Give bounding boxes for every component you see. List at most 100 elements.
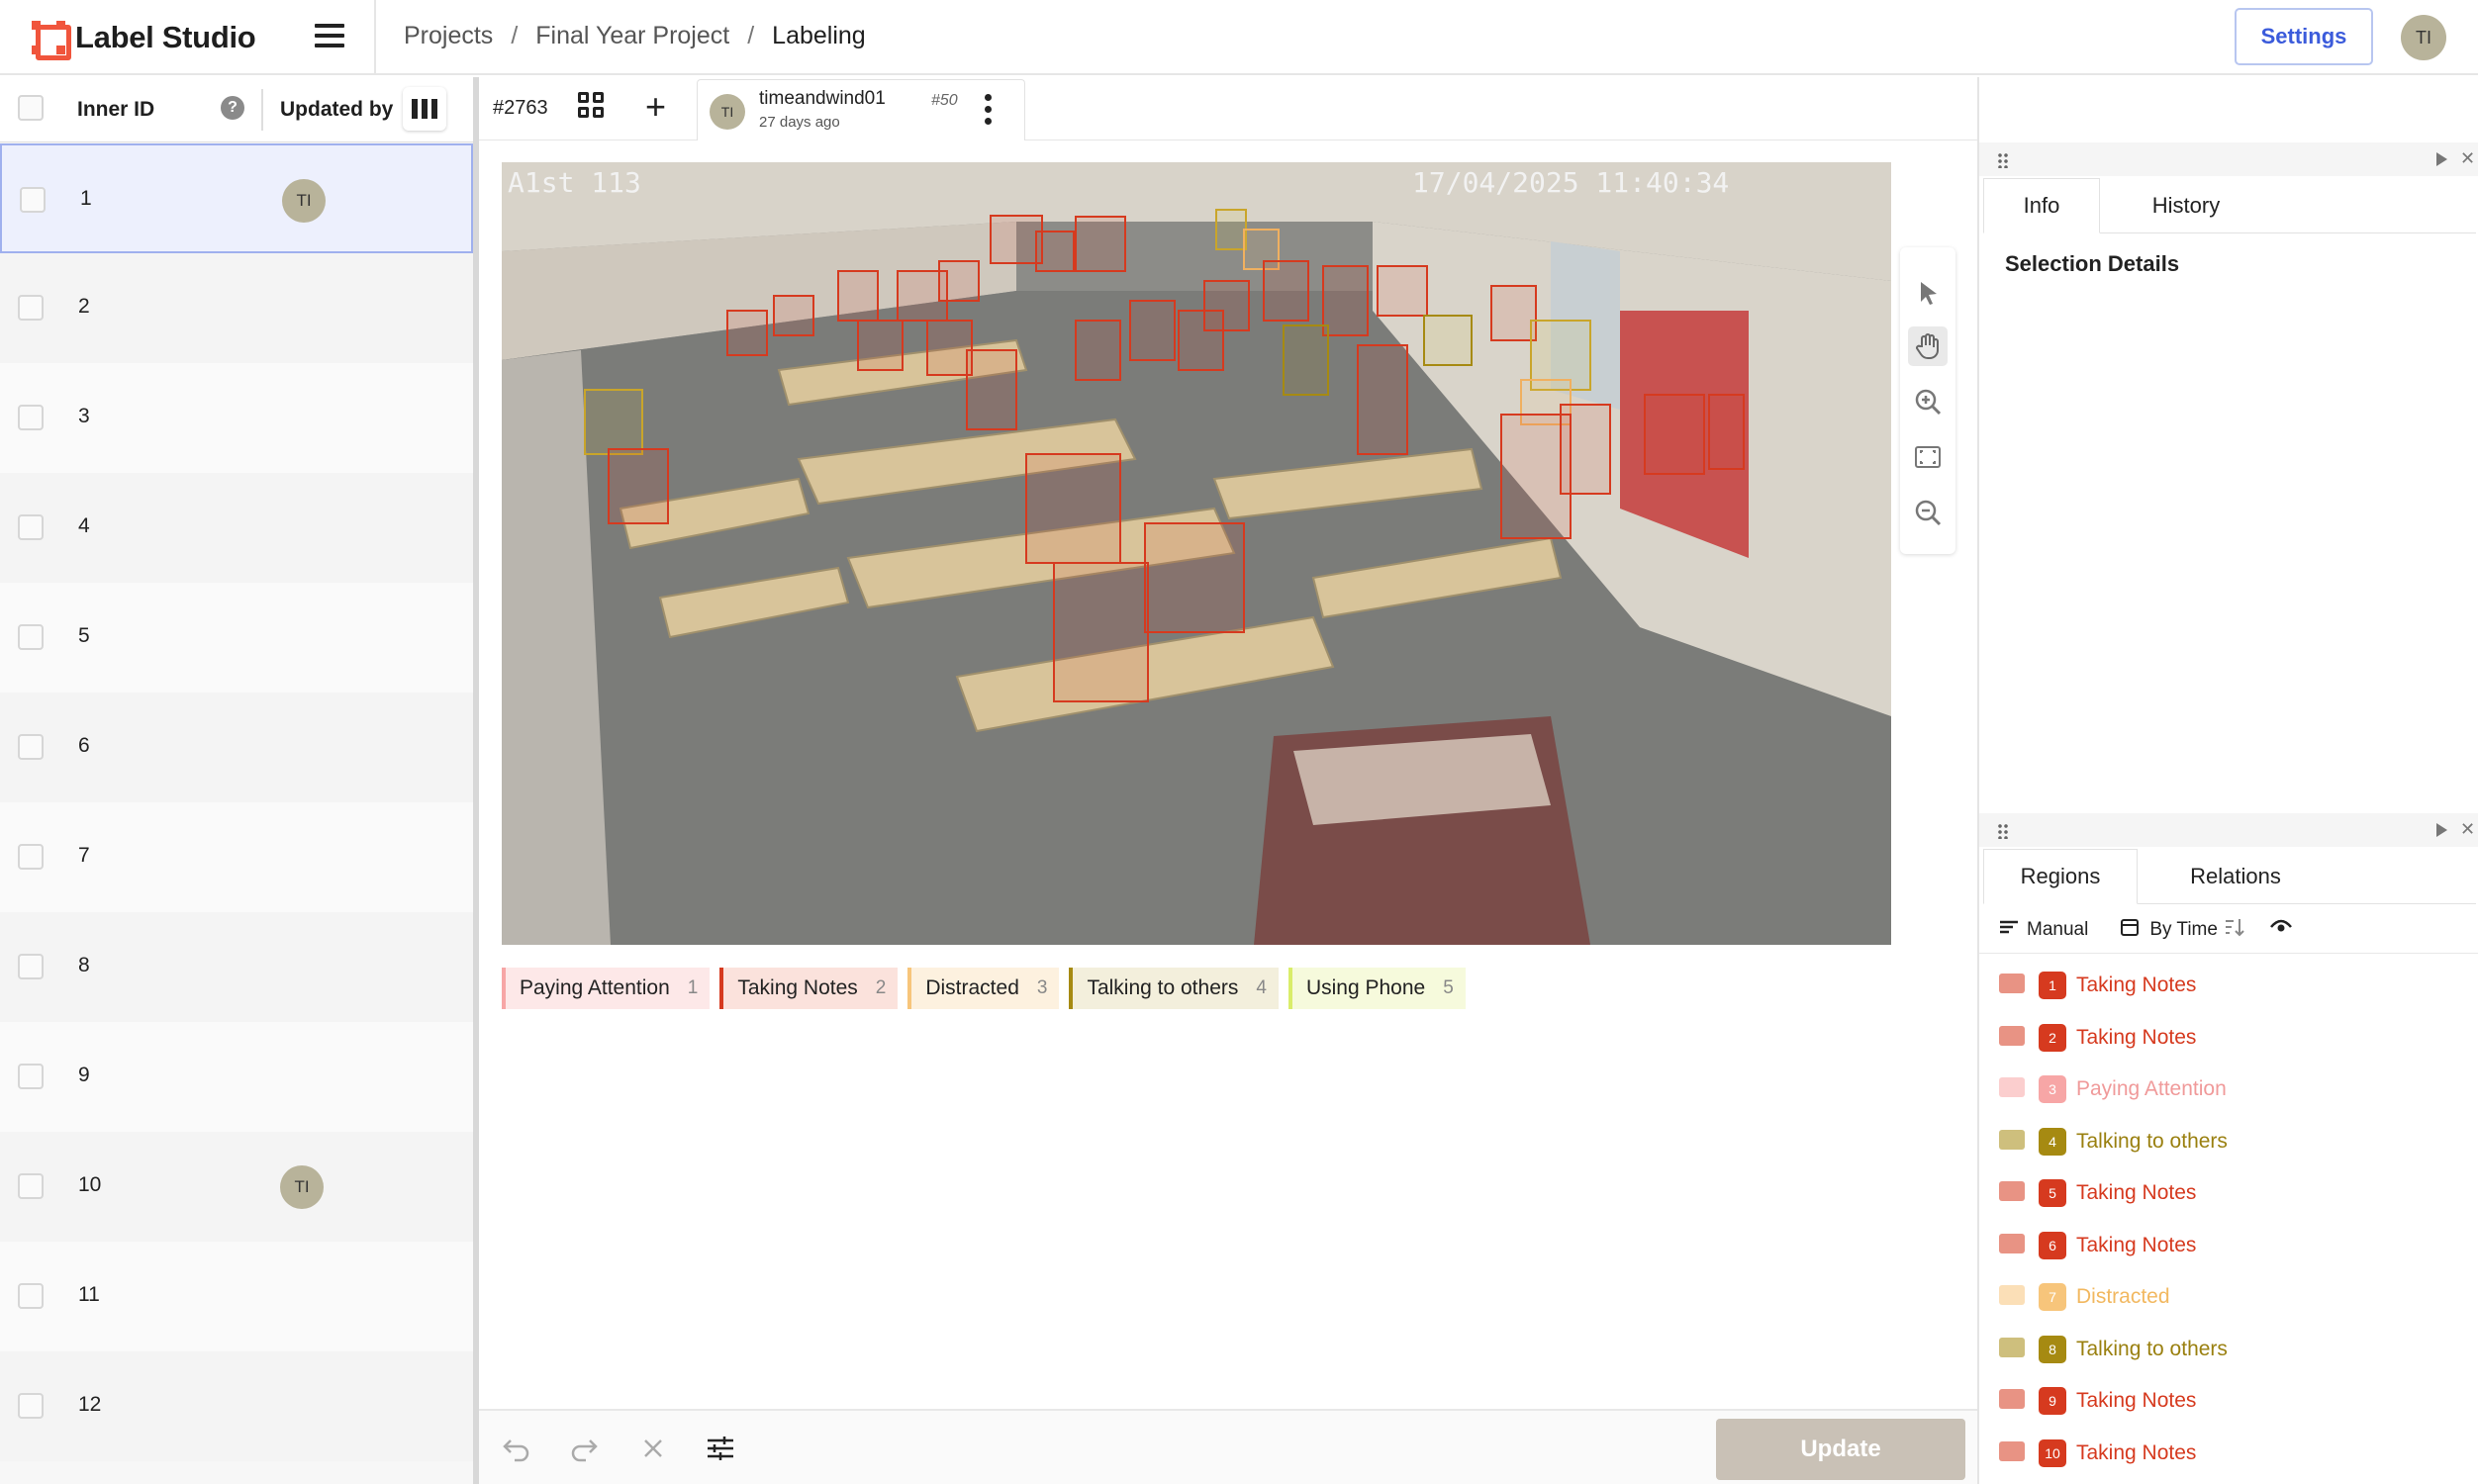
label-name: Paying Attention <box>520 976 670 999</box>
calendar-icon[interactable] <box>2120 917 2142 943</box>
region-item[interactable]: 2 Taking Notes <box>1979 1012 2478 1064</box>
region-label: Taking Notes <box>2076 1181 2197 1204</box>
region-box <box>1075 320 1121 381</box>
drag-handle-icon[interactable] <box>1997 823 2009 839</box>
tab-history[interactable]: History <box>2112 178 2260 233</box>
label-chip[interactable]: Using Phone 5 <box>1287 968 1466 1009</box>
info-tabs: Info History <box>1983 178 2476 233</box>
row-checkbox[interactable] <box>18 734 44 760</box>
row-checkbox[interactable] <box>18 1283 44 1309</box>
row-checkbox[interactable] <box>18 514 44 540</box>
grid-view-icon[interactable] <box>578 92 608 122</box>
task-row[interactable]: 2 <box>0 253 473 363</box>
by-time-sort-button[interactable]: By Time <box>2149 919 2218 941</box>
redo-icon[interactable] <box>568 1433 600 1464</box>
region-rectangle-icon <box>1999 1389 2025 1409</box>
drag-handle-icon[interactable] <box>1997 152 2009 168</box>
row-checkbox[interactable] <box>18 1393 44 1419</box>
pointer-icon[interactable] <box>1908 273 1948 313</box>
annotation-tab[interactable]: TI timeandwind01 #50 27 days ago <box>697 79 1025 140</box>
column-updated-by[interactable]: Updated by <box>280 98 393 122</box>
region-box <box>726 310 768 356</box>
region-item[interactable]: 10 Taking Notes <box>1979 1428 2478 1479</box>
tab-info[interactable]: Info <box>1983 178 2100 233</box>
task-row[interactable]: 5 <box>0 583 473 693</box>
user-avatar[interactable]: TI <box>2401 15 2446 60</box>
classroom-image[interactable]: A1st 113 17/04/2025 11:40:34 <box>502 162 1891 945</box>
annotated-image[interactable]: A1st 113 17/04/2025 11:40:34 <box>502 162 1891 945</box>
task-row[interactable]: 6 <box>0 693 473 802</box>
column-inner-id[interactable]: Inner ID <box>77 98 154 122</box>
region-box <box>1490 285 1537 341</box>
region-number: 1 <box>2039 972 2066 999</box>
label-chip[interactable]: Talking to others 4 <box>1069 968 1279 1009</box>
zoom-in-icon[interactable] <box>1908 382 1948 421</box>
task-inner-id: 11 <box>78 1283 100 1306</box>
region-item[interactable]: 6 Taking Notes <box>1979 1220 2478 1271</box>
settings-button[interactable]: Settings <box>2235 8 2373 65</box>
task-row[interactable]: 4 <box>0 473 473 583</box>
task-row[interactable]: 9 <box>0 1022 473 1132</box>
region-number: 10 <box>2039 1438 2066 1467</box>
reset-icon[interactable] <box>637 1433 669 1464</box>
task-row[interactable]: 10 TI <box>0 1132 473 1242</box>
region-box <box>966 349 1017 430</box>
row-checkbox[interactable] <box>18 295 44 321</box>
help-icon[interactable]: ? <box>221 96 244 120</box>
task-row[interactable]: 3 <box>0 363 473 473</box>
row-checkbox[interactable] <box>18 1064 44 1089</box>
row-checkbox[interactable] <box>18 954 44 979</box>
sort-order-icon[interactable] <box>2224 917 2245 943</box>
row-checkbox[interactable] <box>18 624 44 650</box>
undo-icon[interactable] <box>501 1433 532 1464</box>
select-all-checkbox[interactable] <box>18 95 44 121</box>
add-annotation-icon[interactable]: + <box>645 89 666 125</box>
row-checkbox[interactable] <box>20 187 46 213</box>
label-hotkey: 1 <box>687 977 699 998</box>
region-item[interactable]: 7 Distracted <box>1979 1271 2478 1323</box>
task-row[interactable]: 11 <box>0 1242 473 1351</box>
app-logo[interactable]: Label Studio <box>32 20 256 60</box>
hand-pan-icon[interactable] <box>1908 326 1948 366</box>
tab-regions[interactable]: Regions <box>1983 849 2138 904</box>
settings-sliders-icon[interactable] <box>705 1433 736 1464</box>
tab-relations[interactable]: Relations <box>2142 849 2330 904</box>
close-icon[interactable]: ✕ <box>2460 819 2475 840</box>
zoom-out-icon[interactable] <box>1908 493 1948 532</box>
row-checkbox[interactable] <box>18 1173 44 1199</box>
label-chip[interactable]: Distracted 3 <box>907 968 1060 1009</box>
region-box <box>1263 260 1309 322</box>
region-item[interactable]: 4 Talking to others <box>1979 1116 2478 1167</box>
region-item[interactable]: 9 Taking Notes <box>1979 1375 2478 1427</box>
collapse-icon[interactable] <box>2436 823 2447 837</box>
task-row[interactable]: 7 <box>0 802 473 912</box>
breadcrumb-project[interactable]: Final Year Project <box>535 22 729 50</box>
task-row[interactable]: 1 TI <box>0 143 473 253</box>
region-box <box>857 320 904 371</box>
manual-sort-icon[interactable] <box>1999 919 2019 941</box>
more-options-icon[interactable] <box>985 94 993 128</box>
row-checkbox[interactable] <box>18 405 44 430</box>
region-item[interactable]: 3 Paying Attention <box>1979 1064 2478 1115</box>
label-chip[interactable]: Paying Attention 1 <box>502 968 711 1009</box>
fit-to-screen-icon[interactable] <box>1908 437 1948 477</box>
collapse-icon[interactable] <box>2436 152 2447 166</box>
region-number: 6 <box>2039 1231 2066 1259</box>
label-chip[interactable]: Taking Notes 2 <box>719 968 899 1009</box>
breadcrumb-projects[interactable]: Projects <box>404 22 493 50</box>
task-row[interactable]: 12 <box>0 1351 473 1461</box>
menu-icon[interactable] <box>315 24 344 49</box>
region-item[interactable]: 8 Talking to others <box>1979 1324 2478 1375</box>
row-checkbox[interactable] <box>18 844 44 870</box>
info-panel-header: ✕ <box>1979 142 2478 176</box>
manual-sort-button[interactable]: Manual <box>2027 919 2088 941</box>
update-button[interactable]: Update <box>1716 1419 1965 1480</box>
region-box <box>1357 344 1408 455</box>
region-item[interactable]: 1 Taking Notes <box>1979 960 2478 1011</box>
selection-details-title: Selection Details <box>2005 251 2180 276</box>
task-row[interactable]: 8 <box>0 912 473 1022</box>
close-icon[interactable]: ✕ <box>2460 148 2475 169</box>
region-item[interactable]: 5 Taking Notes <box>1979 1167 2478 1219</box>
columns-icon[interactable] <box>403 87 446 131</box>
visibility-eye-icon[interactable] <box>2269 919 2293 941</box>
